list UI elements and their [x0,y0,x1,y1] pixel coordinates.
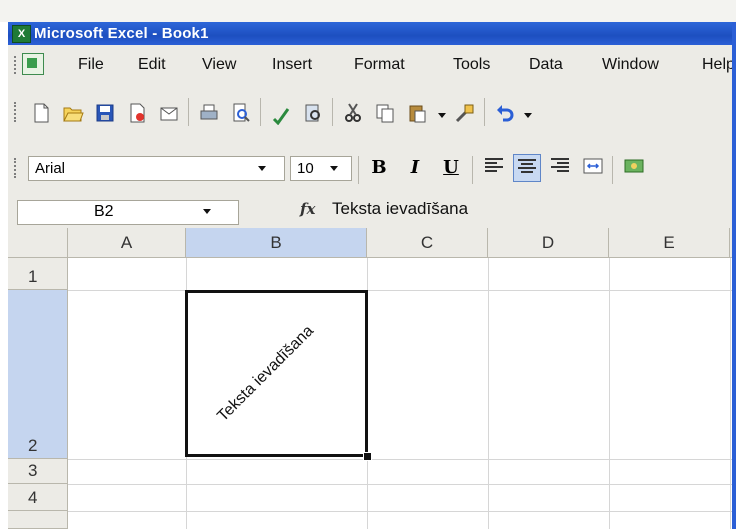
grid-line [730,258,731,529]
print-preview-icon[interactable] [228,100,254,126]
row-header-2[interactable]: 2 [8,290,68,459]
toolbar-grip[interactable] [14,102,19,122]
currency-icon[interactable] [620,154,648,182]
save-icon[interactable] [92,100,118,126]
bold-button[interactable]: B [365,154,393,182]
cut-icon[interactable] [340,100,366,126]
select-all-corner[interactable] [8,228,68,258]
font-value: Arial [35,160,66,177]
formatting-toolbar: Arial 10 B I U [8,140,736,196]
open-icon[interactable] [60,100,86,126]
row-header-4[interactable]: 4 [8,484,68,511]
toolbar-grip[interactable] [14,158,19,178]
permission-icon[interactable] [124,100,150,126]
column-header-c[interactable]: C [367,228,488,258]
grid-line [488,258,489,529]
spelling-icon[interactable] [268,100,294,126]
font-select[interactable]: Arial [28,156,285,181]
font-size-value: 10 [297,160,314,177]
merge-center-icon[interactable] [579,154,607,182]
grid-line [68,290,736,291]
window-title: Microsoft Excel - Book1 [34,25,209,42]
toolbar-separator [260,98,261,126]
menu-file[interactable]: File [78,56,104,74]
align-right-icon[interactable] [546,154,574,182]
underline-button[interactable]: U [437,154,465,182]
toolbar-separator [358,156,359,184]
formula-bar: B2 fx Teksta ievadīšana [8,195,736,229]
print-icon[interactable] [196,100,222,126]
new-icon[interactable] [28,100,54,126]
menu-bar: File Edit View Insert Format Tools Data … [8,45,736,85]
column-header-d[interactable]: D [488,228,609,258]
research-icon[interactable] [300,100,326,126]
toolbar-separator [484,98,485,126]
email-icon[interactable] [156,100,182,126]
row-header-1[interactable]: 1 [8,258,68,290]
undo-icon[interactable] [492,100,518,126]
undo-dropdown-icon[interactable] [524,113,532,118]
font-size-dropdown-icon[interactable] [330,166,338,171]
menu-format[interactable]: Format [354,56,405,74]
paste-dropdown-icon[interactable] [438,113,446,118]
grid-line [68,459,736,460]
menu-window[interactable]: Window [602,56,659,74]
row-header-5[interactable] [8,511,68,529]
align-center-icon[interactable] [513,154,541,182]
window-border [732,22,736,529]
copy-icon[interactable] [372,100,398,126]
grid-line [68,484,736,485]
toolbar-separator [188,98,189,126]
column-header-e[interactable]: E [609,228,730,258]
workbook-icon[interactable] [22,53,44,75]
column-header-b[interactable]: B [186,228,367,258]
toolbar-separator [472,156,473,184]
row-header-3[interactable]: 3 [8,459,68,484]
menu-tools[interactable]: Tools [453,56,490,74]
paste-icon[interactable] [404,100,430,126]
name-box-value: B2 [94,203,114,220]
align-left-icon[interactable] [480,154,508,182]
toolbar-separator [332,98,333,126]
fill-handle[interactable] [363,452,372,461]
formula-input[interactable]: Teksta ievadīšana [332,199,468,219]
menu-insert[interactable]: Insert [272,56,312,74]
title-bar: X Microsoft Excel - Book1 [8,22,736,45]
column-header-a[interactable]: A [68,228,186,258]
format-painter-icon[interactable] [452,100,478,126]
worksheet-grid[interactable]: A B C D E 1 2 3 4 Teksta ievadīšana [8,228,736,529]
grid-line [68,511,736,512]
menu-edit[interactable]: Edit [138,56,166,74]
menu-data[interactable]: Data [529,56,563,74]
top-strip [0,0,736,22]
font-dropdown-icon[interactable] [258,166,266,171]
standard-toolbar [8,84,736,141]
menu-help[interactable]: Help [702,56,735,74]
insert-function-icon[interactable]: fx [300,200,315,218]
grid-line [609,258,610,529]
menu-view[interactable]: View [202,56,236,74]
font-size-select[interactable]: 10 [290,156,352,181]
toolbar-grip[interactable] [14,56,19,74]
italic-button[interactable]: I [401,154,429,182]
toolbar-separator [612,156,613,184]
name-box-dropdown-icon[interactable] [203,209,211,214]
excel-logo-icon: X [12,25,31,43]
